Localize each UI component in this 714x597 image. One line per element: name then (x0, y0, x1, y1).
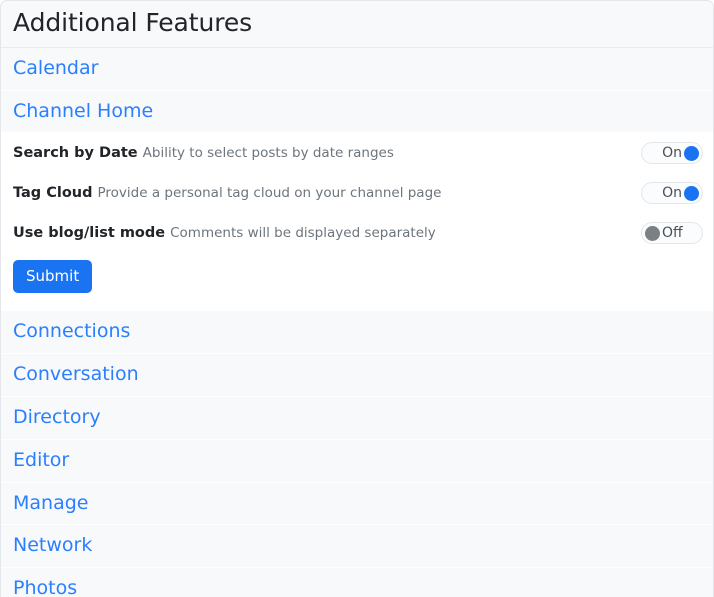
section-link-manage[interactable]: Manage (13, 492, 88, 515)
feature-label: Tag Cloud (13, 184, 93, 202)
feature-row-use-blog-list-mode: Use blog/list mode Comments will be disp… (1, 213, 713, 253)
section-row-photos[interactable]: Photos (1, 568, 713, 597)
panel-header: Additional Features (1, 1, 713, 48)
toggle-search-by-date[interactable]: On (641, 142, 703, 164)
feature-description: Provide a personal tag cloud on your cha… (98, 185, 442, 202)
section-link-connections[interactable]: Connections (13, 320, 130, 343)
feature-text: Use blog/list mode Comments will be disp… (13, 224, 631, 242)
page-title: Additional Features (13, 9, 701, 38)
toggle-use-blog-list-mode[interactable]: Off (641, 222, 703, 244)
toggle-tag-cloud[interactable]: On (641, 182, 703, 204)
section-link-editor[interactable]: Editor (13, 449, 69, 472)
section-row-calendar[interactable]: Calendar (1, 48, 713, 91)
feature-description: Comments will be displayed separately (170, 225, 436, 242)
section-row-connections[interactable]: Connections (1, 311, 713, 354)
section-link-directory[interactable]: Directory (13, 406, 101, 429)
toggle-knob-icon (684, 146, 699, 161)
additional-features-panel: Additional Features Calendar Channel Hom… (0, 0, 714, 597)
toggle-state-label: Off (660, 226, 685, 240)
section-row-directory[interactable]: Directory (1, 397, 713, 440)
feature-label: Search by Date (13, 144, 138, 162)
toggle-state-label: On (660, 186, 684, 200)
section-link-conversation[interactable]: Conversation (13, 363, 139, 386)
channel-home-settings: Search by Date Ability to select posts b… (1, 133, 713, 311)
submit-button[interactable]: Submit (13, 260, 92, 293)
submit-button-container: Submit (1, 253, 713, 307)
section-row-conversation[interactable]: Conversation (1, 354, 713, 397)
toggle-knob-icon (645, 226, 660, 241)
section-link-photos[interactable]: Photos (13, 577, 77, 597)
feature-row-tag-cloud: Tag Cloud Provide a personal tag cloud o… (1, 173, 713, 213)
feature-text: Search by Date Ability to select posts b… (13, 144, 631, 162)
section-row-manage[interactable]: Manage (1, 483, 713, 526)
feature-description: Ability to select posts by date ranges (143, 145, 394, 162)
section-link-channel-home[interactable]: Channel Home (13, 100, 153, 123)
toggle-state-label: On (660, 146, 684, 160)
toggle-knob-icon (684, 186, 699, 201)
feature-text: Tag Cloud Provide a personal tag cloud o… (13, 184, 631, 202)
feature-label: Use blog/list mode (13, 224, 165, 242)
feature-row-search-by-date: Search by Date Ability to select posts b… (1, 133, 713, 173)
section-link-calendar[interactable]: Calendar (13, 57, 98, 80)
section-row-editor[interactable]: Editor (1, 440, 713, 483)
section-row-channel-home[interactable]: Channel Home (1, 91, 713, 134)
section-row-network[interactable]: Network (1, 525, 713, 568)
section-link-network[interactable]: Network (13, 534, 92, 557)
